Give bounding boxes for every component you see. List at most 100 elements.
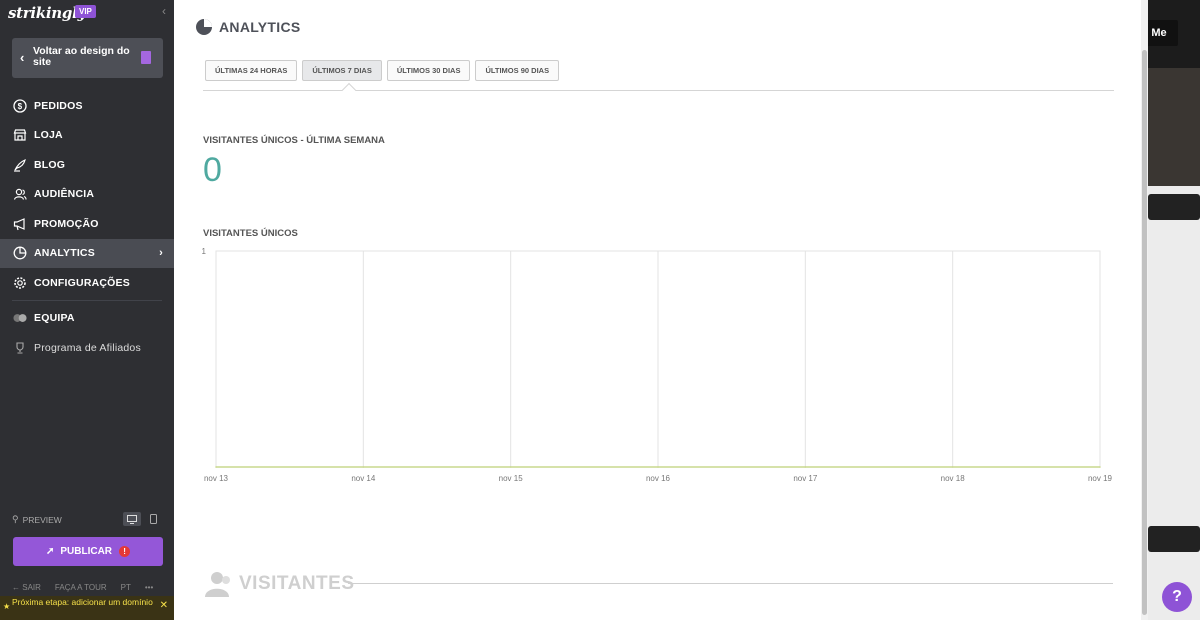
data-point — [362, 466, 365, 468]
svg-text:$: $ — [18, 102, 23, 111]
warning-badge: ! — [119, 546, 131, 557]
star-icon: ★ — [3, 602, 11, 611]
metric-value: 0 — [203, 151, 222, 189]
exit-label: SAIR — [22, 583, 41, 592]
sidebar-item-configuracoes[interactable]: CONFIGURAÇÕES — [0, 268, 174, 298]
site-preview-image — [1148, 68, 1200, 186]
search-icon: ⚲ — [12, 514, 19, 524]
visitors-line-chart: nov 13 nov 14 nov 15 nov 16 nov 17 nov 18 nov … — [202, 247, 1113, 483]
time-range-tabs: ÚLTIMAS 24 HORAS ÚLTIMOS 7 DIAS ÚLTIMOS … — [205, 60, 560, 81]
y-tick-label: 1 — [202, 247, 207, 256]
tour-link[interactable]: FAÇA A TOUR — [55, 583, 107, 592]
sidebar-item-label: ANALYTICS — [34, 247, 95, 260]
x-tick-label: nov 18 — [941, 474, 966, 483]
sidebar-item-equipa[interactable]: EQUIPA — [0, 304, 174, 334]
sidebar: strikingly VIP ‹ ‹ Voltar ao design do s… — [0, 0, 174, 620]
megaphone-icon — [13, 217, 27, 231]
quill-icon — [13, 158, 27, 172]
sidebar-item-afiliados[interactable]: Programa de Afiliados — [0, 333, 174, 363]
scrollbar[interactable] — [1141, 0, 1148, 620]
sidebar-item-label: Programa de Afiliados — [34, 341, 141, 354]
dollar-icon: $ — [13, 99, 27, 113]
visitors-section-title: VISITANTES — [239, 573, 355, 594]
publish-label: PUBLICAR — [60, 546, 113, 557]
sidebar-item-promocao[interactable]: PROMOÇÃO — [0, 209, 174, 239]
chevron-right-icon: › — [159, 246, 163, 259]
sidebar-item-label: PEDIDOS — [34, 99, 83, 112]
sidebar-item-analytics[interactable]: ANALYTICS › — [0, 238, 174, 268]
data-point — [657, 466, 659, 468]
x-tick-label: nov 15 — [499, 474, 524, 483]
data-point — [1099, 466, 1101, 468]
page-title: ANALYTICS — [196, 19, 301, 35]
chart-label: VISITANTES ÚNICOS — [203, 228, 298, 239]
rocket-icon: ➚ — [45, 546, 55, 557]
site-page-icon — [141, 51, 151, 64]
back-to-design-label: Voltar ao design do site — [33, 45, 130, 68]
mobile-icon — [149, 514, 157, 524]
close-icon[interactable]: ✕ — [160, 601, 168, 611]
analytics-panel: ANALYTICS ÚLTIMAS 24 HORAS ÚLTIMOS 7 DIA… — [174, 0, 1148, 620]
tab-30d[interactable]: ÚLTIMOS 30 DIAS — [386, 60, 471, 81]
preview-toggle[interactable]: ⚲ PREVIEW — [12, 514, 62, 525]
metric-label: VISITANTES ÚNICOS - ÚLTIMA SEMANA — [203, 135, 385, 146]
sidebar-footer-links: ← SAIR FAÇA A TOUR PT ••• — [12, 583, 153, 592]
gear-icon — [13, 276, 27, 290]
sidebar-item-pedidos[interactable]: $ PEDIDOS — [0, 91, 174, 121]
tab-24h[interactable]: ÚLTIMAS 24 HORAS — [205, 60, 298, 81]
sidebar-item-label: EQUIPA — [34, 312, 75, 325]
x-tick-label: nov 17 — [793, 474, 818, 483]
active-tab-caret — [341, 82, 357, 98]
image-edit-button[interactable] — [1148, 194, 1200, 220]
team-icon — [13, 311, 27, 325]
site-preview-section — [1148, 186, 1200, 620]
x-tick-label: nov 19 — [1088, 474, 1113, 483]
sidebar-item-label: PROMOÇÃO — [34, 217, 99, 230]
trophy-icon — [13, 341, 27, 355]
sidebar-item-loja[interactable]: LOJA — [0, 121, 174, 151]
sidebar-item-label: LOJA — [34, 129, 63, 142]
language-link[interactable]: PT — [121, 583, 131, 592]
more-menu-icon[interactable]: ••• — [145, 583, 153, 592]
sidebar-nav: $ PEDIDOS LOJA BLOG AUDIÊNCIA PROMOÇÃO A… — [0, 91, 174, 363]
exit-link[interactable]: ← SAIR — [12, 583, 41, 592]
sidebar-item-audiencia[interactable]: AUDIÊNCIA — [0, 180, 174, 210]
x-tick-label: nov 14 — [351, 474, 376, 483]
x-tick-label: nov 16 — [646, 474, 671, 483]
users-icon — [205, 572, 230, 597]
sidebar-item-label: BLOG — [34, 158, 66, 171]
visitors-section-header: VISITANTES — [204, 571, 355, 597]
sidebar-item-label: AUDIÊNCIA — [34, 188, 95, 201]
chevron-left-icon: ‹ — [20, 50, 25, 65]
desktop-view-button[interactable] — [123, 512, 141, 526]
data-point — [951, 466, 954, 468]
sidebar-item-label: CONFIGURAÇÕES — [34, 276, 130, 289]
store-icon — [13, 128, 27, 142]
vip-badge: VIP — [75, 5, 96, 18]
pie-chart-icon — [196, 19, 212, 35]
page-title-text: ANALYTICS — [219, 19, 301, 35]
publish-button[interactable]: ➚ PUBLICAR ! — [13, 537, 163, 566]
pie-chart-icon — [13, 246, 27, 260]
users-icon — [13, 187, 27, 201]
tabs-divider — [203, 90, 1114, 91]
tab-90d[interactable]: ÚLTIMOS 90 DIAS — [475, 60, 560, 81]
sidebar-divider — [12, 299, 162, 301]
visitors-section-divider — [348, 583, 1113, 584]
data-point — [804, 466, 807, 468]
back-to-design-button[interactable]: ‹ Voltar ao design do site — [12, 38, 163, 78]
data-point — [215, 466, 217, 468]
tab-7d[interactable]: ÚLTIMOS 7 DIAS — [302, 60, 382, 81]
data-point — [509, 466, 512, 468]
scrollbar-thumb[interactable] — [1142, 50, 1147, 615]
next-step-text: Próxima etapa: adicionar um domínio — [12, 597, 153, 607]
sidebar-item-blog[interactable]: BLOG — [0, 150, 174, 180]
image-edit-button-2[interactable] — [1148, 526, 1200, 552]
collapse-sidebar-icon[interactable]: ‹ — [162, 4, 166, 18]
mobile-view-button[interactable] — [144, 512, 162, 526]
x-tick-label: nov 13 — [204, 474, 229, 483]
next-step-banner[interactable]: ★ Próxima etapa: adicionar um domínio ✕ — [0, 596, 174, 620]
desktop-icon — [127, 514, 137, 524]
preview-label: PREVIEW — [22, 514, 62, 525]
help-button[interactable]: ? — [1162, 582, 1192, 612]
